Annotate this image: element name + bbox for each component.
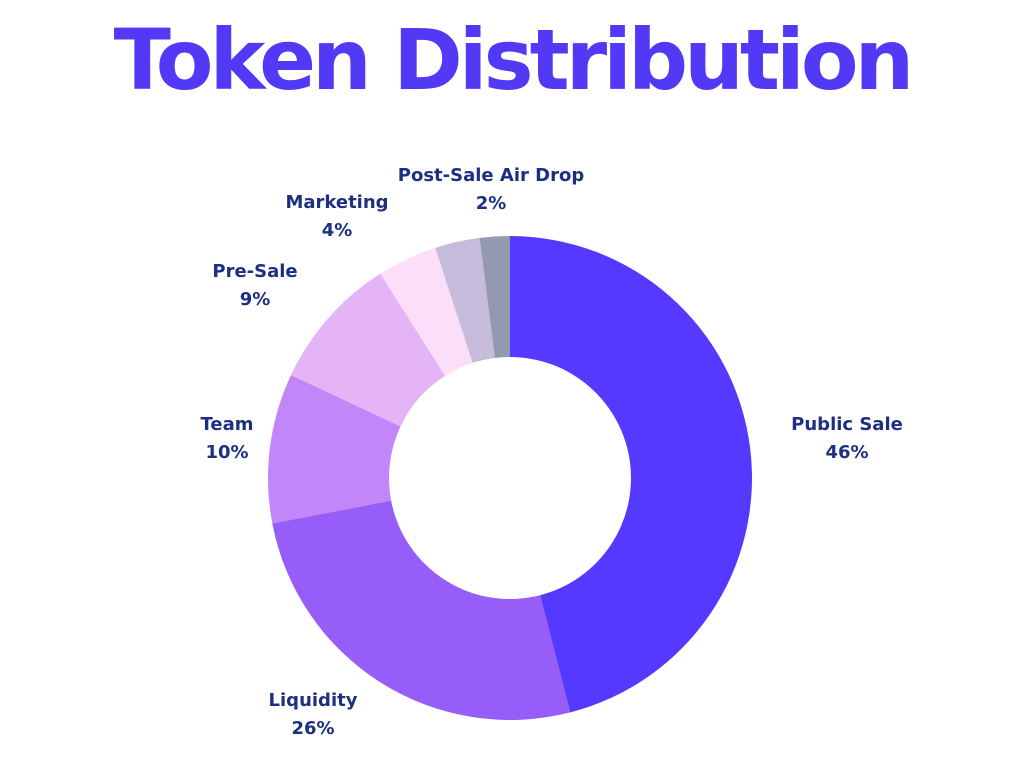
slice-label: Marketing — [285, 192, 388, 213]
slice-value-label: 2% — [476, 193, 507, 214]
slice-value-label: 10% — [205, 442, 248, 463]
slice-value-label: 26% — [291, 718, 334, 739]
slice-label: Team — [201, 414, 254, 435]
slice-label: Liquidity — [269, 690, 358, 711]
donut-slices — [268, 236, 752, 720]
slice-value-label: 4% — [322, 220, 353, 241]
slice-label: Pre-Sale — [212, 261, 297, 282]
slice-label: Post-Sale Air Drop — [398, 165, 585, 186]
slice-value-label: 46% — [825, 442, 868, 463]
donut-chart: Public Sale 46% Liquidity 26% Team 10% Pre-Sal… — [201, 165, 903, 739]
slice-liquidity — [272, 500, 571, 720]
slice-label: Public Sale — [791, 414, 903, 435]
slice-value-label: 9% — [240, 289, 271, 310]
